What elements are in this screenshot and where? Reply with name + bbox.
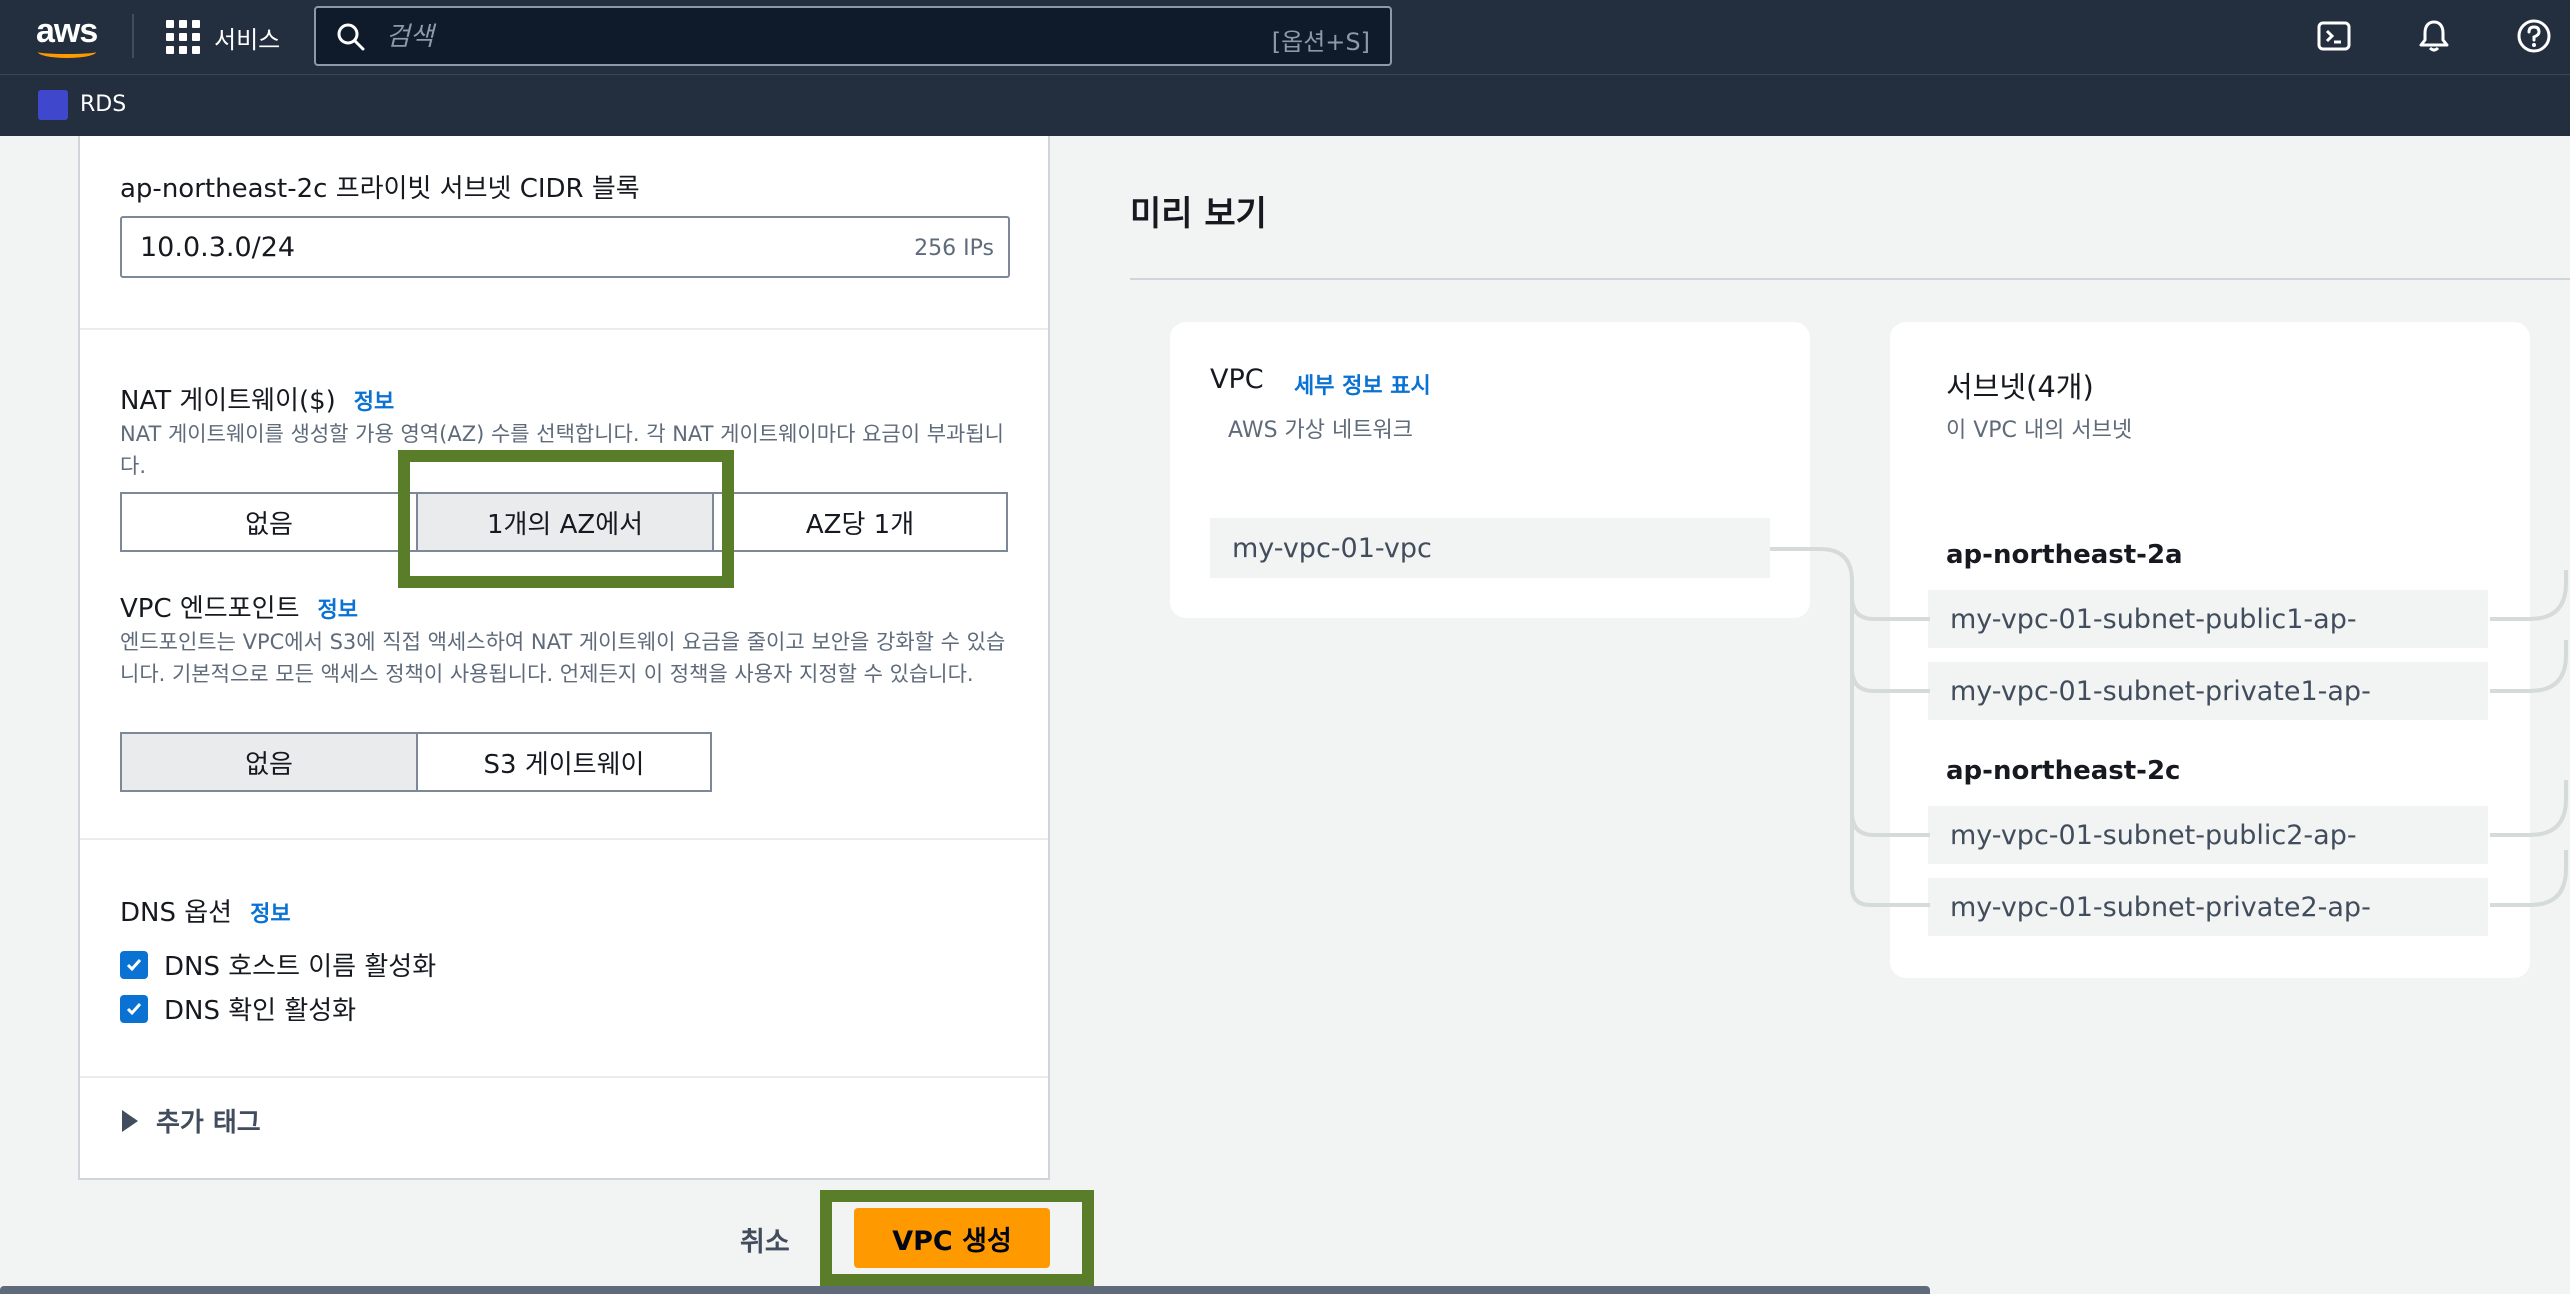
caret-right-icon [122, 1109, 138, 1132]
cidr-label: ap-northeast-2c 프라이빗 서브넷 CIDR 블록 [120, 174, 640, 204]
dns-hostnames-label: DNS 호스트 이름 활성화 [164, 952, 437, 982]
horizontal-scrollbar[interactable] [0, 1286, 1930, 1294]
section-divider [80, 328, 1048, 330]
nav-divider [132, 14, 134, 58]
endpoint-option-s3[interactable]: S3 게이트웨이 [418, 734, 710, 790]
nat-gateway-label: NAT 게이트웨이($) 정보 [120, 380, 394, 417]
subnets-card-title: 서브넷(4개) [1946, 370, 2094, 404]
dns-options-label: DNS 옵션 정보 [120, 892, 291, 929]
breadcrumb-rds[interactable]: RDS [80, 92, 126, 117]
endpoint-info-link[interactable]: 정보 [317, 598, 357, 623]
services-menu[interactable]: 서비스 [214, 20, 280, 55]
checkbox-checked-icon[interactable] [120, 950, 148, 979]
checkbox-checked-icon[interactable] [120, 994, 148, 1023]
endpoint-segmented: 없음 S3 게이트웨이 [120, 732, 712, 792]
search-shortcut: [옵션+S] [1271, 28, 1370, 56]
cidr-input[interactable]: 10.0.3.0/24 256 IPs [120, 216, 1010, 278]
bell-icon[interactable] [2416, 18, 2452, 54]
dns-resolution-label: DNS 확인 활성화 [164, 996, 357, 1026]
dns-hostnames-row[interactable]: DNS 호스트 이름 활성화 [120, 946, 436, 983]
service-bar [0, 74, 2570, 136]
aws-logo[interactable]: aws [36, 12, 100, 60]
nat-option-none[interactable]: 없음 [122, 494, 418, 550]
vpc-card-description: AWS 가상 네트워크 [1228, 418, 1413, 443]
subnet-item[interactable]: my-vpc-01-subnet-private1-ap- [1928, 662, 2488, 720]
nat-info-link[interactable]: 정보 [354, 390, 394, 415]
cancel-button[interactable]: 취소 [740, 1220, 790, 1259]
cidr-value: 10.0.3.0/24 [140, 232, 296, 263]
nat-gateway-title: NAT 게이트웨이($) [120, 386, 336, 416]
dns-info-link[interactable]: 정보 [250, 902, 290, 927]
help-icon[interactable] [2516, 18, 2552, 54]
rds-icon [38, 90, 68, 120]
search-icon [337, 23, 365, 51]
endpoint-description: 엔드포인트는 VPC에서 S3에 직접 액세스하여 NAT 게이트웨이 요금을 … [120, 630, 1006, 686]
az-title: ap-northeast-2c [1946, 756, 2181, 786]
subnet-item[interactable]: my-vpc-01-subnet-public1-ap- [1928, 590, 2488, 648]
show-details-link[interactable]: 세부 정보 표시 [1294, 368, 1431, 400]
preview-title: 미리 보기 [1130, 194, 1267, 234]
highlight-box [398, 450, 734, 588]
nat-option-per-az[interactable]: AZ당 1개 [714, 494, 1006, 550]
vpc-endpoint-title: VPC 엔드포인트 [120, 594, 300, 624]
vpc-item[interactable]: my-vpc-01-vpc [1210, 518, 1770, 578]
search-bar[interactable]: [옵션+S] [314, 6, 1392, 66]
dns-resolution-row[interactable]: DNS 확인 활성화 [120, 990, 356, 1027]
cloudshell-icon[interactable] [2316, 18, 2352, 54]
dns-options-title: DNS 옵션 [120, 898, 233, 928]
vpc-endpoint-label: VPC 엔드포인트 정보 [120, 588, 358, 625]
cidr-ip-count: 256 IPs [914, 236, 994, 261]
additional-tags-toggle[interactable]: 추가 태그 [122, 1102, 261, 1139]
vpc-settings-form: ap-northeast-2c 프라이빗 서브넷 CIDR 블록 10.0.3.… [78, 136, 1050, 1180]
section-divider [80, 838, 1048, 840]
preview-divider [1130, 278, 2570, 280]
create-vpc-button[interactable]: VPC 생성 [854, 1208, 1050, 1268]
az-title: ap-northeast-2a [1946, 540, 2183, 570]
vpc-card: VPC 세부 정보 표시 AWS 가상 네트워크 my-vpc-01-vpc [1170, 322, 1810, 618]
search-input[interactable] [386, 18, 1186, 56]
additional-tags-label: 추가 태그 [156, 1108, 261, 1138]
subnets-card: 서브넷(4개) 이 VPC 내의 서브넷 ap-northeast-2a my-… [1890, 322, 2530, 978]
section-divider [80, 1076, 1048, 1078]
services-grid-icon[interactable] [166, 20, 200, 54]
subnets-card-description: 이 VPC 내의 서브넷 [1946, 418, 2133, 443]
subnet-item[interactable]: my-vpc-01-subnet-public2-ap- [1928, 806, 2488, 864]
vpc-card-title: VPC [1210, 364, 1264, 395]
subnet-item[interactable]: my-vpc-01-subnet-private2-ap- [1928, 878, 2488, 936]
endpoint-option-none[interactable]: 없음 [122, 734, 418, 790]
top-navigation: aws 서비스 [옵션+S] [0, 0, 2570, 74]
